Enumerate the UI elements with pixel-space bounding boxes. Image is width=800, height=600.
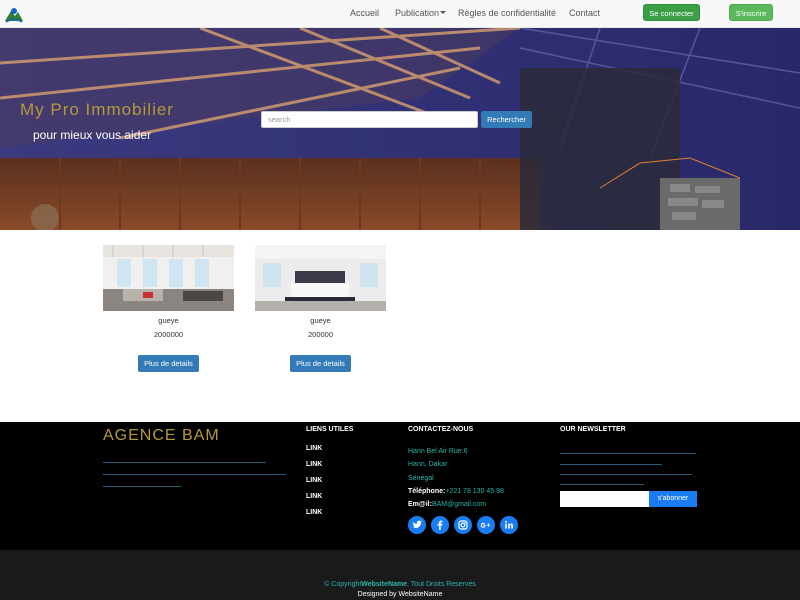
- search-button[interactable]: Rechercher: [481, 111, 532, 128]
- search-input[interactable]: search: [261, 111, 478, 128]
- phone-label: Téléphone:: [408, 488, 446, 495]
- copyright-site-name: WebsiteName: [361, 581, 408, 588]
- caret-down-icon: [440, 11, 447, 14]
- listing-name: gueye: [158, 316, 179, 325]
- email-label: Em@il:: [408, 501, 432, 508]
- details-button[interactable]: Plus de details: [138, 355, 199, 372]
- details-button[interactable]: Plus de details: [290, 355, 351, 372]
- nav-publication-label: Publication: [395, 8, 440, 18]
- phone-value: +221 78 130 45 98: [445, 488, 504, 495]
- nav-publication[interactable]: Publication: [395, 8, 447, 18]
- footer-links-title: LIENS UTILES: [306, 426, 354, 433]
- google-plus-icon[interactable]: [477, 516, 495, 534]
- bedroom-photo: [255, 245, 386, 311]
- footer-country: Sénégal: [408, 475, 434, 482]
- placeholder-text-line: [560, 484, 644, 485]
- listing-price: 200000: [307, 330, 334, 339]
- listing-image[interactable]: [255, 245, 386, 311]
- copyright-suffix: . Tout Droits Reservés: [407, 581, 476, 588]
- nav-contact[interactable]: Contact: [569, 8, 600, 18]
- newsletter-email-input[interactable]: [560, 491, 649, 507]
- placeholder-text-line: [103, 474, 286, 475]
- instagram-icon[interactable]: [454, 516, 472, 534]
- living-room-photo: [103, 245, 234, 311]
- facebook-icon[interactable]: [431, 516, 449, 534]
- listing-price: 2000000: [153, 330, 184, 339]
- placeholder-text-line: [560, 453, 696, 454]
- placeholder-text-line: [103, 486, 181, 487]
- email-value: BAM@gmail.com: [431, 501, 487, 508]
- listing-image[interactable]: [103, 245, 234, 311]
- logo-icon[interactable]: [3, 3, 25, 25]
- listing-name: gueye: [310, 316, 331, 325]
- footer-agency-name: AGENCE BAM: [103, 427, 220, 444]
- footer-newsletter-title: OUR NEWSLETTER: [560, 426, 626, 433]
- placeholder-text-line: [560, 464, 662, 465]
- copyright-text: © CopyrightWebsiteName. Tout Droits Rese…: [0, 581, 800, 588]
- footer-link[interactable]: LINK: [306, 461, 322, 468]
- nav-accueil[interactable]: Accueil: [350, 8, 379, 18]
- navbar: Accueil Publication Règles de confidenti…: [0, 0, 800, 28]
- footer-contact-title: CONTACTEZ-NOUS: [408, 426, 474, 433]
- signup-button[interactable]: S'inscrire: [729, 4, 773, 21]
- footer-link[interactable]: LINK: [306, 509, 322, 516]
- footer-phone: Téléphone:+221 78 130 45 98: [408, 488, 504, 495]
- hero-subtitle: pour mieux vous aider: [33, 128, 152, 142]
- login-button[interactable]: Se connecter: [643, 4, 700, 21]
- hero-title: My Pro Immobilier: [20, 100, 174, 119]
- designed-by-text: Designed by WebsiteName: [357, 591, 443, 598]
- subscribe-button[interactable]: s'abonner: [649, 491, 697, 507]
- footer-link[interactable]: LINK: [306, 493, 322, 500]
- footer-email: Em@il:BAM@gmail.com: [408, 501, 486, 508]
- linkedin-icon[interactable]: [500, 516, 518, 534]
- placeholder-text-line: [560, 474, 692, 475]
- nav-privacy[interactable]: Règles de confidentialité: [458, 8, 556, 18]
- twitter-icon[interactable]: [408, 516, 426, 534]
- footer-address-line: Hann, Dakar: [408, 461, 448, 468]
- footer-link[interactable]: LINK: [306, 477, 322, 484]
- placeholder-text-line: [103, 462, 266, 463]
- copyright-prefix: © Copyright: [324, 581, 362, 588]
- footer-link[interactable]: LINK: [306, 445, 322, 452]
- footer-address-line: Hann Bel Air Rue:6: [408, 448, 468, 455]
